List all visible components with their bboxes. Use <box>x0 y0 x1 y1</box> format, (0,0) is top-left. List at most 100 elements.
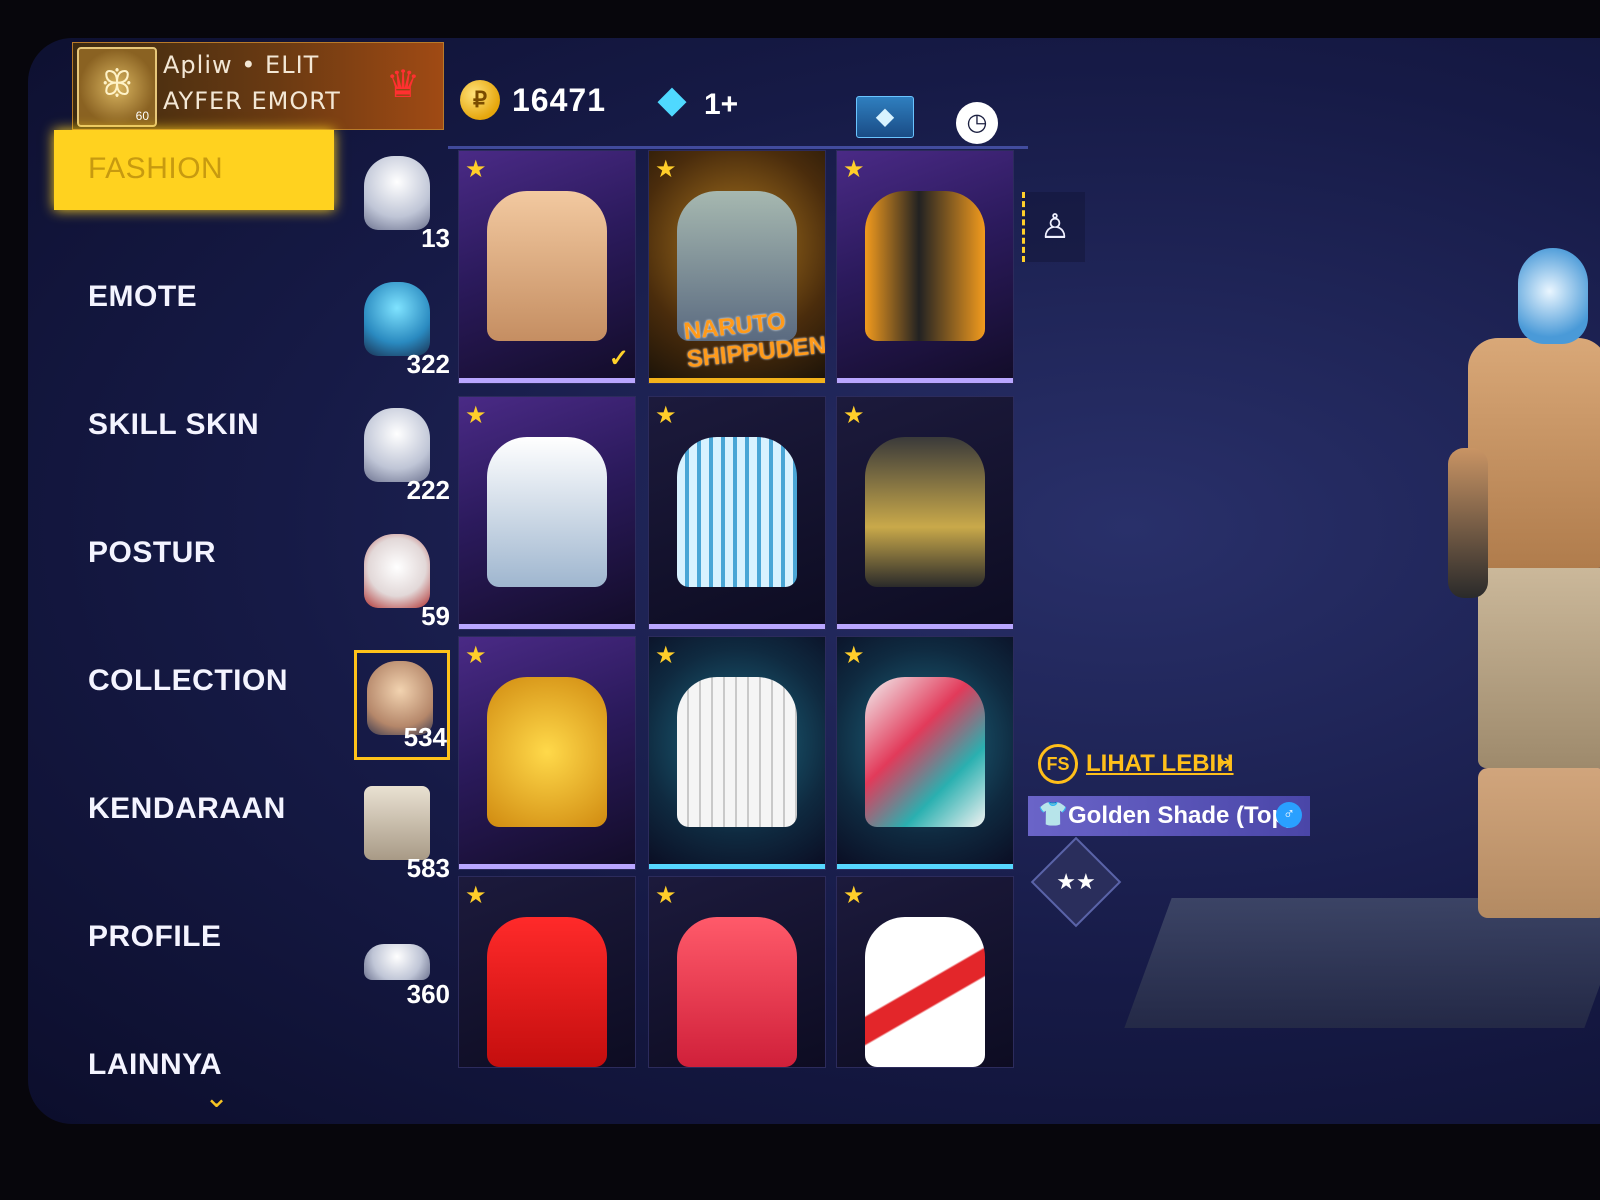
star-icon: ★ <box>843 156 865 183</box>
category-fashion[interactable]: FASHION <box>54 130 334 210</box>
item-thumbnail <box>865 677 985 827</box>
item-thumbnail <box>487 437 607 587</box>
gold-balance: 16471 <box>512 82 606 118</box>
subcategory-mask[interactable]: 222 <box>354 400 450 510</box>
subcategory-count: 222 <box>406 475 450 505</box>
rarity-bar <box>649 378 825 383</box>
topup-button[interactable]: ◆ <box>856 96 914 138</box>
view-more-label: LIHAT LEBIH <box>1086 750 1234 777</box>
item-thumbnail <box>865 191 985 341</box>
star-icon: ★ <box>465 156 487 183</box>
subcategory-face-paint[interactable]: 59 <box>354 526 450 636</box>
rarity-bar <box>459 864 635 869</box>
star-icon: ★ <box>843 402 865 429</box>
avatar-emblem-icon: ꕥ <box>101 65 133 103</box>
equipped-item-tag[interactable]: 👕 Golden Shade (Top) ♂ <box>1028 796 1310 836</box>
character-mask <box>1518 248 1588 344</box>
item-thumbnail <box>677 917 797 1067</box>
category-profile[interactable]: PROFILE <box>54 898 334 978</box>
diamond-balance: 1+ <box>704 88 739 121</box>
mannequin-icon[interactable]: ♙ <box>1022 192 1085 262</box>
item-card-hooded-black-top[interactable]: ★ <box>836 396 1014 630</box>
star-icon: ★ <box>655 882 677 909</box>
collection-badge-icon: FS <box>1038 744 1078 784</box>
subcategory-count: 534 <box>403 722 447 752</box>
item-card-pink-jersey[interactable]: ★ <box>648 876 826 1068</box>
guild-name: AYFER EMORT <box>163 87 341 115</box>
character-feet <box>1478 768 1600 918</box>
subcategory-outfit[interactable]: 13 <box>354 148 450 258</box>
character-arm <box>1448 448 1488 598</box>
item-card-golden-shade[interactable]: ★ ✓ <box>458 150 636 384</box>
gold-coin-icon: ₽ <box>460 80 500 120</box>
chevron-down-icon[interactable]: ⌄ <box>204 1080 229 1115</box>
item-thumbnail <box>677 437 797 587</box>
headwear-icon <box>364 282 430 356</box>
face-paint-icon <box>364 534 430 608</box>
category-skill-skin[interactable]: SKILL SKIN <box>54 386 334 466</box>
diamond-icon: ◆ <box>657 79 687 121</box>
category-label: FASHION <box>88 152 224 185</box>
category-emote[interactable]: EMOTE <box>54 258 334 338</box>
rarity-bar <box>649 864 825 869</box>
item-card-gold-jersey[interactable]: ★ <box>458 636 636 870</box>
game-screen: ꕥ 60 Apliw • ELIT AYFER EMORT ♛ ₽ 16471 … <box>28 38 1600 1124</box>
avatar: ꕥ 60 <box>77 47 157 127</box>
subcategory-count: 583 <box>406 853 450 883</box>
stars-icon: ★★ <box>1056 869 1096 894</box>
rarity-bar <box>837 378 1013 383</box>
category-collection[interactable]: COLLECTION <box>54 642 334 722</box>
item-thumbnail <box>487 917 607 1067</box>
shoes-icon <box>364 944 430 980</box>
shirt-icon: 👕 <box>1038 801 1068 828</box>
player-card[interactable]: ꕥ 60 Apliw • ELIT AYFER EMORT ♛ <box>72 42 444 130</box>
rarity-bar <box>459 378 635 383</box>
item-thumbnail <box>677 677 797 827</box>
category-menu: FASHION EMOTE SKILL SKIN POSTUR COLLECTI… <box>54 130 354 1120</box>
item-card-white-red-jersey[interactable]: ★ <box>836 876 1014 1068</box>
star-icon: ★ <box>655 402 677 429</box>
category-label: KENDARAAN <box>88 792 286 825</box>
subcategory-tops[interactable]: 534 <box>354 650 450 760</box>
star-icon: ★ <box>465 402 487 429</box>
rarity-bar <box>837 624 1013 629</box>
header-divider <box>448 146 1028 149</box>
category-postur[interactable]: POSTUR <box>54 514 334 594</box>
star-icon: ★ <box>465 882 487 909</box>
equipped-item-name: Golden Shade (Top) <box>1068 802 1295 829</box>
item-card-orange-hoodie[interactable]: ★ <box>836 150 1014 384</box>
subcategory-count: 13 <box>421 223 450 253</box>
character-preview[interactable] <box>1408 228 1600 1048</box>
item-card-striped-jacket[interactable]: ★ <box>648 396 826 630</box>
rarity-bar <box>837 864 1013 869</box>
category-label: SKILL SKIN <box>88 408 260 441</box>
item-card-naruto-vest[interactable]: ★ NARUTO SHIPPUDEN <box>648 150 826 384</box>
subcategory-count: 59 <box>421 601 450 631</box>
bottoms-icon <box>364 786 430 860</box>
item-card-white-armored-top[interactable]: ★ <box>458 396 636 630</box>
category-lainnya[interactable]: LAINNYA <box>54 1026 334 1106</box>
category-kendaraan[interactable]: KENDARAAN <box>54 770 334 850</box>
subcategory-headwear[interactable]: 322 <box>354 274 450 384</box>
mask-icon <box>364 408 430 482</box>
male-gender-icon: ♂ <box>1276 802 1302 828</box>
star-icon: ★ <box>843 882 865 909</box>
item-thumbnail <box>487 191 607 341</box>
subcategory-count: 322 <box>406 349 450 379</box>
rating-icon[interactable]: ★★ <box>1030 836 1122 928</box>
item-thumbnail <box>865 917 985 1067</box>
player-name: Apliw • ELIT <box>163 51 320 79</box>
settings-button[interactable]: ◷ <box>956 102 998 144</box>
item-thumbnail <box>865 437 985 587</box>
star-icon: ★ <box>655 156 677 183</box>
subcategory-bottoms[interactable]: 583 <box>354 778 450 888</box>
item-card-red-jersey[interactable]: ★ <box>458 876 636 1068</box>
star-icon: ★ <box>655 642 677 669</box>
category-label: EMOTE <box>88 280 198 313</box>
item-thumbnail <box>487 677 607 827</box>
outfit-icon <box>364 156 430 230</box>
subcategory-shoes[interactable]: 360 <box>354 904 450 1014</box>
item-card-floral-shirt[interactable]: ★ <box>836 636 1014 870</box>
view-more-link[interactable]: FS LIHAT LEBIH » <box>1038 744 1258 784</box>
item-card-white-striped-shirt[interactable]: ★ <box>648 636 826 870</box>
